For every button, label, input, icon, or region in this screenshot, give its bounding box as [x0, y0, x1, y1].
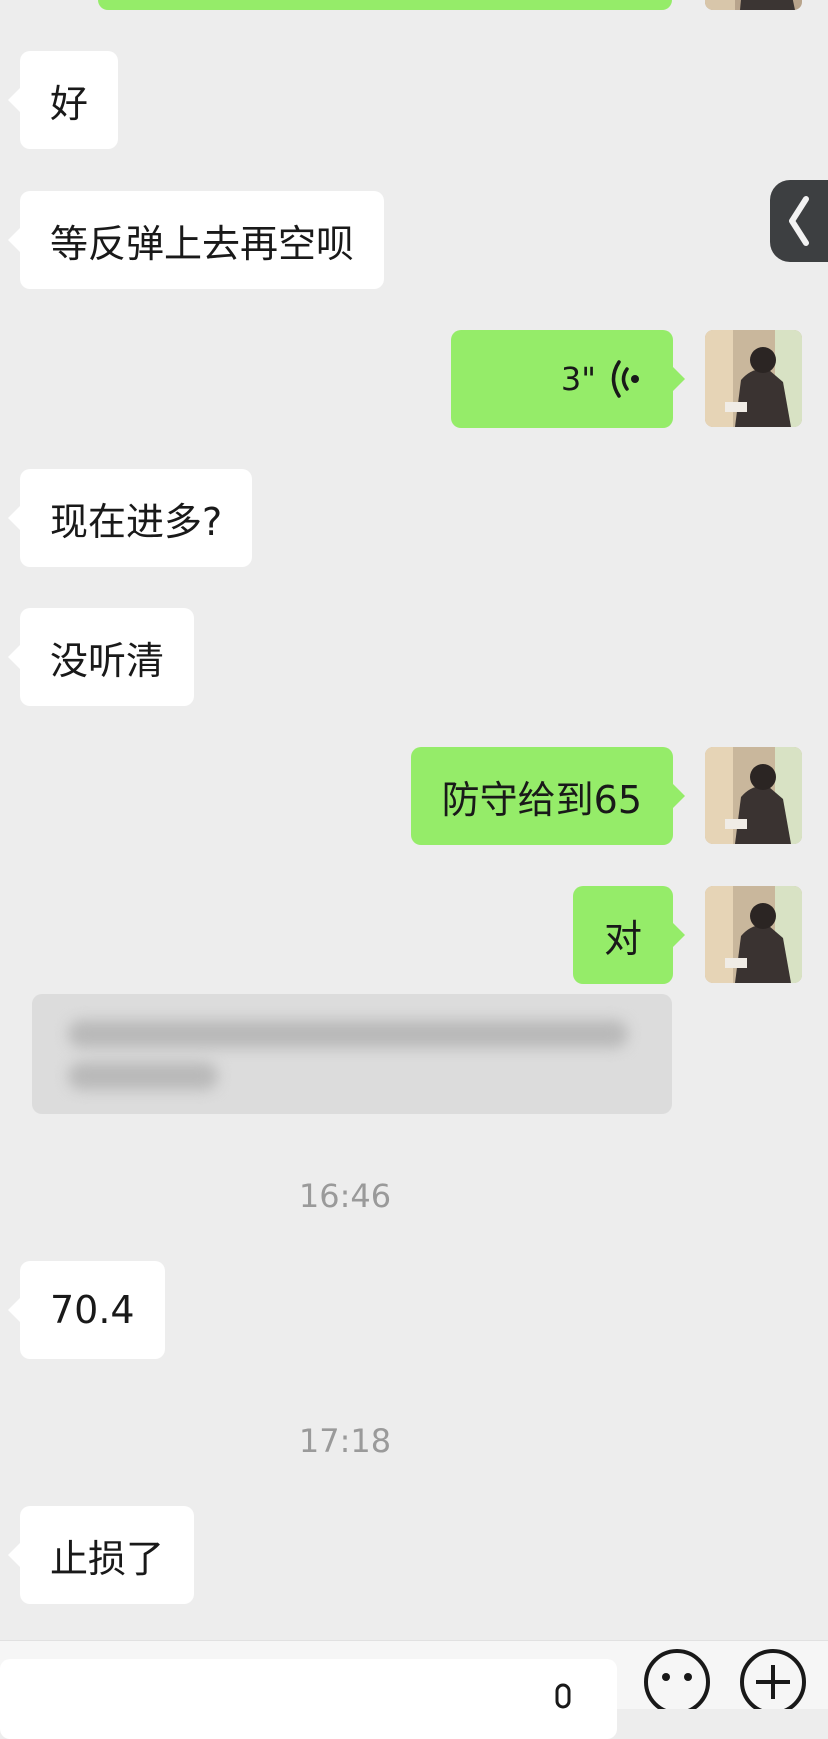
message-text: 对 [603, 916, 642, 961]
avatar[interactable] [705, 747, 802, 844]
timestamp: 16:46 [298, 1177, 392, 1215]
avatar[interactable] [705, 330, 802, 427]
message-text: 好 [50, 81, 89, 126]
message-text: 70.4 [50, 1288, 135, 1332]
message-text: 止损了 [50, 1536, 165, 1581]
incoming-message[interactable]: 70.4 [8, 1261, 165, 1359]
message-input[interactable] [0, 1659, 617, 1739]
side-panel-toggle[interactable] [770, 180, 828, 262]
message-text: 现在进多? [50, 499, 223, 544]
incoming-message[interactable]: 现在进多? [7, 469, 253, 567]
outgoing-message[interactable]: 对 [572, 886, 686, 984]
incoming-message[interactable]: 好 [7, 51, 119, 149]
avatar[interactable] [705, 0, 802, 10]
message-text: 防守给到65 [441, 777, 642, 822]
timestamp: 17:18 [298, 1422, 392, 1460]
incoming-message[interactable]: 等反弹上去再空呗 [7, 191, 385, 289]
input-bar [0, 1640, 828, 1739]
voice-duration: 3" [560, 360, 596, 398]
redacted-notice [32, 994, 672, 1114]
voice-wave-icon [611, 360, 639, 398]
emoji-icon[interactable] [642, 1647, 712, 1709]
incoming-message[interactable]: 没听清 [7, 608, 195, 706]
message-text: 没听清 [50, 638, 165, 683]
voice-message[interactable]: 3" [451, 330, 685, 428]
avatar[interactable] [705, 886, 802, 983]
chevron-left-icon [789, 196, 809, 246]
previous-message-bubble[interactable] [98, 0, 672, 10]
incoming-message[interactable]: 止损了 [7, 1506, 195, 1604]
message-text: 等反弹上去再空呗 [50, 221, 355, 266]
outgoing-message[interactable]: 防守给到65 [410, 747, 686, 845]
microphone-icon[interactable] [550, 1683, 576, 1709]
plus-circle-icon[interactable] [738, 1647, 808, 1709]
